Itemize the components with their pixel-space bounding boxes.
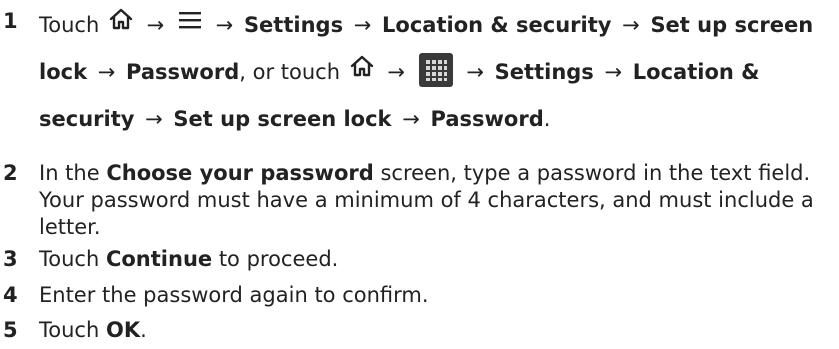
- arrow-icon: →: [145, 107, 163, 131]
- menu-path-item: Password: [430, 107, 544, 131]
- step-text-segment: Touch: [39, 13, 100, 37]
- step-number: 5: [3, 318, 18, 342]
- menu-path-item: Set up screen lock: [173, 107, 392, 131]
- step-text-segment: , or touch: [239, 60, 341, 84]
- step-text: Enter the password again to confirm.: [39, 283, 429, 307]
- step-text: Touch Continue to proceed.: [39, 240, 839, 278]
- arrow-icon: →: [466, 60, 484, 84]
- arrow-icon: →: [215, 13, 234, 37]
- menu-path-item: Password: [126, 60, 240, 84]
- step-number: 2: [3, 161, 18, 185]
- home-icon: [109, 0, 133, 46]
- arrow-icon: →: [387, 60, 405, 84]
- screen-name: Choose your password: [106, 161, 374, 185]
- menu-path-item: Settings: [243, 13, 344, 37]
- step-text-segment: Touch: [39, 318, 100, 342]
- step-4: 4 Enter the password again to confirm.: [0, 276, 839, 314]
- home-icon: [350, 47, 374, 93]
- arrow-icon: →: [402, 107, 420, 131]
- step-text-segment: In the: [39, 161, 100, 185]
- menu-path-item: Location & security: [382, 13, 612, 37]
- instruction-steps: 1 Touch → → Settings → Location & securi: [0, 0, 839, 347]
- step-2: 2 In the Choose your password screen, ty…: [0, 160, 839, 241]
- step-text: Touch → → Settings → Location & security…: [39, 2, 839, 142]
- step-text-segment: to proceed.: [218, 247, 339, 271]
- arrow-icon: →: [604, 60, 623, 84]
- arrow-icon: →: [622, 13, 640, 37]
- menu-icon: [178, 0, 202, 46]
- step-text: In the Choose your password screen, type…: [39, 160, 839, 241]
- button-name: Continue: [105, 247, 213, 271]
- step-3: 3 Touch Continue to proceed.: [0, 240, 839, 278]
- step-text-segment: .: [543, 107, 551, 131]
- button-name: OK: [105, 318, 141, 342]
- menu-path-item: Settings: [494, 60, 594, 84]
- arrow-icon: →: [146, 13, 165, 37]
- step-text-segment: Touch: [39, 247, 100, 271]
- step-5: 5 Touch OK.: [0, 311, 839, 349]
- step-number: 4: [3, 283, 18, 307]
- apps-grid-icon: [418, 53, 453, 87]
- arrow-icon: →: [353, 13, 372, 37]
- step-1: 1 Touch → → Settings → Location & securi: [0, 2, 839, 142]
- step-number: 3: [3, 247, 18, 271]
- step-number: 1: [3, 9, 18, 33]
- step-text-segment: .: [140, 318, 147, 342]
- step-text: Touch OK.: [39, 311, 839, 349]
- arrow-icon: →: [97, 60, 116, 84]
